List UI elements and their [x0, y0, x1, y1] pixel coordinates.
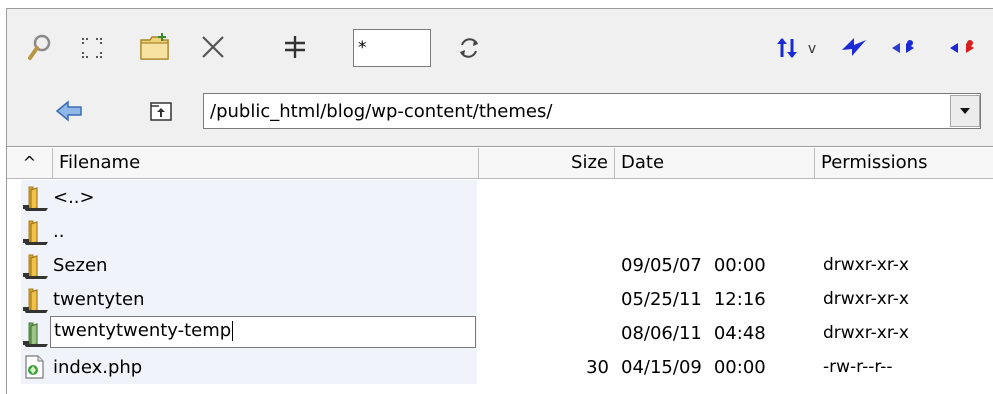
- file-date: 04/15/09 00:00: [621, 357, 766, 378]
- dropdown-arrow-icon[interactable]: [950, 95, 980, 127]
- rename-input[interactable]: twentytwenty-temp: [50, 316, 476, 348]
- folder-icon: [21, 286, 51, 319]
- file-name: twentyten: [53, 289, 145, 310]
- new-folder-icon[interactable]: [137, 29, 173, 65]
- file-date-time: 04:48: [713, 323, 766, 344]
- refresh-icon[interactable]: [453, 32, 485, 64]
- php-file-icon: [21, 354, 47, 385]
- search-icon[interactable]: [25, 31, 55, 65]
- parent-folder-icon[interactable]: [145, 95, 177, 127]
- file-size: 30: [586, 357, 609, 378]
- table-row[interactable]: <..>: [7, 180, 993, 214]
- column-size[interactable]: Size: [479, 148, 615, 178]
- file-name: <..>: [53, 187, 95, 208]
- file-permissions: -rw-r--r--: [823, 357, 893, 377]
- column-date[interactable]: Date: [615, 148, 815, 178]
- file-date-time: 00:00: [713, 357, 766, 378]
- compare-red-icon[interactable]: [945, 33, 979, 63]
- filter-input[interactable]: [353, 29, 431, 67]
- table-row[interactable]: Sezen 09/05/07 00:00 drwxr-xr-x: [7, 248, 993, 282]
- select-all-icon[interactable]: [77, 33, 107, 63]
- toolbar-area: v: [7, 9, 993, 147]
- file-date-day: 08/06/11: [621, 323, 702, 344]
- back-arrow-icon[interactable]: [53, 95, 87, 127]
- file-date-day: 04/15/09: [621, 357, 702, 378]
- file-name: Sezen: [53, 255, 108, 276]
- file-permissions: drwxr-xr-x: [823, 255, 909, 275]
- row-highlight: [21, 214, 477, 248]
- table-row[interactable]: twentyten 05/25/11 12:16 drwxr-xr-x: [7, 282, 993, 316]
- table-row[interactable]: ..: [7, 214, 993, 248]
- file-date-day: 05/25/11: [621, 289, 702, 310]
- folder-icon: [21, 252, 51, 285]
- folder-icon: [21, 184, 51, 217]
- compare-blue-icon[interactable]: [887, 33, 919, 63]
- folder-icon: [21, 218, 51, 251]
- table-row[interactable]: twentytwenty-temp 08/06/11 04:48 drwxr-xr-x: [7, 316, 993, 350]
- folder-green-icon: [21, 320, 51, 353]
- file-date: 09/05/07 00:00: [621, 255, 766, 276]
- sort-icon[interactable]: [773, 33, 801, 63]
- column-permissions[interactable]: Permissions: [815, 148, 993, 178]
- rename-text: twentytwenty-temp: [54, 320, 232, 341]
- column-header: ^ Filename Size Date Permissions: [7, 148, 993, 179]
- delete-icon[interactable]: [197, 31, 229, 63]
- sort-indicator[interactable]: ^: [7, 148, 53, 178]
- file-date: 08/06/11 04:48: [621, 323, 766, 344]
- path-input[interactable]: [203, 93, 981, 129]
- file-name: index.php: [53, 357, 143, 378]
- sort-dropdown-icon[interactable]: v: [803, 37, 821, 61]
- table-row[interactable]: index.php 30 04/15/09 00:00 -rw-r--r--: [7, 350, 993, 384]
- text-cursor: [232, 321, 234, 341]
- lightning-icon[interactable]: [835, 29, 871, 65]
- file-manager-window: v: [6, 8, 993, 394]
- file-name: ..: [53, 221, 65, 242]
- file-date-time: 00:00: [713, 255, 766, 276]
- file-date-day: 09/05/07: [621, 255, 702, 276]
- column-filename[interactable]: Filename: [53, 148, 479, 178]
- add-icon[interactable]: [279, 31, 311, 63]
- file-date: 05/25/11 12:16: [621, 289, 766, 310]
- file-permissions: drwxr-xr-x: [823, 323, 909, 343]
- file-permissions: drwxr-xr-x: [823, 289, 909, 309]
- file-date-time: 12:16: [713, 289, 766, 310]
